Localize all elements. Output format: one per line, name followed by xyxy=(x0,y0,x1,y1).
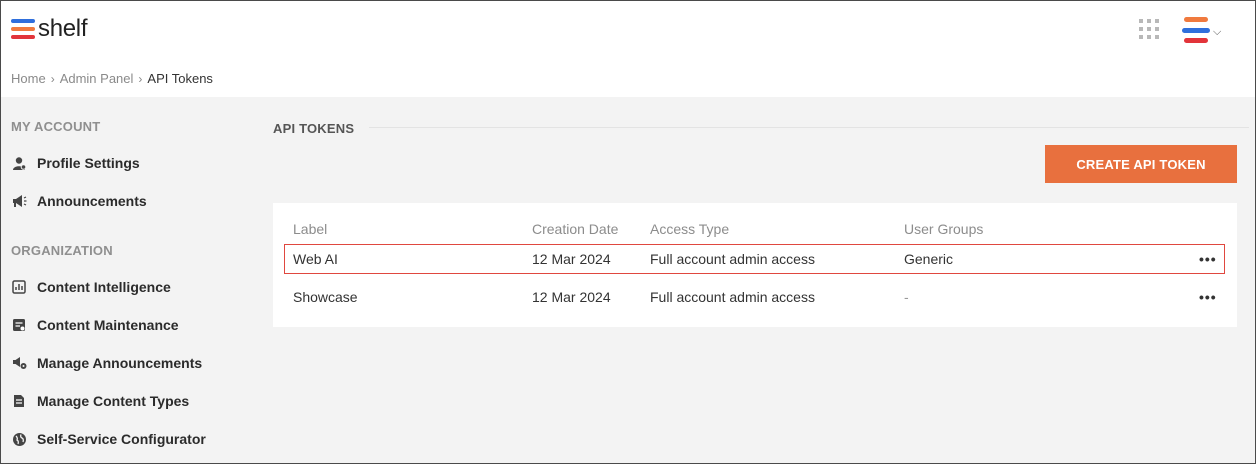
sidebar-item-content-maintenance[interactable]: Content Maintenance xyxy=(11,317,179,333)
document-icon xyxy=(11,393,27,409)
sidebar-item-label: Manage Content Types xyxy=(37,393,190,409)
row-more-options-icon[interactable]: ••• xyxy=(1199,289,1217,305)
shelf-logo[interactable]: shelf xyxy=(11,15,88,42)
logo-text: shelf xyxy=(38,15,88,42)
column-header-user-groups: User Groups xyxy=(904,221,984,237)
page-title: API TOKENS xyxy=(273,121,355,136)
token-creation-date: 12 Mar 2024 xyxy=(532,289,611,305)
profile-settings-icon xyxy=(11,155,27,171)
sidebar-item-content-intelligence[interactable]: Content Intelligence xyxy=(11,279,171,295)
token-label: Showcase xyxy=(293,289,358,305)
create-api-token-button[interactable]: CREATE API TOKEN xyxy=(1045,145,1237,183)
column-header-label: Label xyxy=(293,221,328,237)
breadcrumb-current: API Tokens xyxy=(147,71,213,86)
token-label: Web AI xyxy=(293,251,338,267)
top-bar: shelf ⌵ xyxy=(1,1,1255,59)
column-header-access-type: Access Type xyxy=(650,221,730,237)
table-row[interactable]: Web AI 12 Mar 2024 Full account admin ac… xyxy=(284,244,1225,274)
api-tokens-table: Label Creation Date Access Type User Gro… xyxy=(273,203,1237,327)
title-divider xyxy=(369,127,1249,128)
sidebar-item-announcements[interactable]: Announcements xyxy=(11,193,147,209)
globe-icon xyxy=(11,431,27,447)
breadcrumb: Home › Admin Panel › API Tokens xyxy=(11,71,213,86)
user-menu[interactable]: ⌵ xyxy=(1182,17,1221,43)
organization-heading: ORGANIZATION xyxy=(11,243,113,258)
token-user-groups: Generic xyxy=(904,251,954,267)
my-account-heading: MY ACCOUNT xyxy=(11,119,101,134)
token-access-type: Full account admin access xyxy=(650,251,815,267)
sidebar-item-label: Content Intelligence xyxy=(37,279,171,295)
table-row[interactable]: Showcase 12 Mar 2024 Full account admin … xyxy=(273,283,1237,311)
token-user-groups: - xyxy=(904,289,909,305)
sidebar: MY ACCOUNT Profile Settings Announcement… xyxy=(1,97,259,463)
chevron-down-icon: ⌵ xyxy=(1213,25,1222,38)
sidebar-item-self-service-configurator[interactable]: Self-Service Configurator xyxy=(11,431,206,447)
sidebar-item-manage-announcements[interactable]: Manage Announcements xyxy=(11,355,202,371)
app-window: shelf ⌵ Home › Admin Panel › API Tokens … xyxy=(0,0,1256,464)
apps-grid-icon[interactable] xyxy=(1139,19,1159,39)
breadcrumb-separator: › xyxy=(50,71,55,86)
shelf-logo-icon xyxy=(11,19,35,39)
sidebar-item-label: Self-Service Configurator xyxy=(37,431,206,447)
sidebar-item-label: Manage Announcements xyxy=(37,355,203,371)
breadcrumb-separator: › xyxy=(138,71,143,86)
content-intelligence-icon xyxy=(11,279,27,295)
sidebar-item-manage-content-types[interactable]: Manage Content Types xyxy=(11,393,189,409)
token-access-type: Full account admin access xyxy=(650,289,815,305)
breadcrumb-home[interactable]: Home xyxy=(11,71,46,86)
main-content: API TOKENS CREATE API TOKEN Label Creati… xyxy=(259,97,1255,463)
token-creation-date: 12 Mar 2024 xyxy=(532,251,611,267)
breadcrumb-admin-panel[interactable]: Admin Panel xyxy=(60,71,134,86)
user-avatar-icon xyxy=(1182,17,1210,43)
sidebar-item-label: Content Maintenance xyxy=(37,317,179,333)
column-header-creation-date: Creation Date xyxy=(532,221,619,237)
manage-announcements-icon xyxy=(11,355,27,371)
content-maintenance-icon xyxy=(11,317,27,333)
megaphone-icon xyxy=(11,193,27,209)
sidebar-item-profile-settings[interactable]: Profile Settings xyxy=(11,155,140,171)
row-more-options-icon[interactable]: ••• xyxy=(1199,251,1217,267)
sidebar-item-label: Profile Settings xyxy=(37,155,140,171)
sidebar-item-label: Announcements xyxy=(37,193,147,209)
